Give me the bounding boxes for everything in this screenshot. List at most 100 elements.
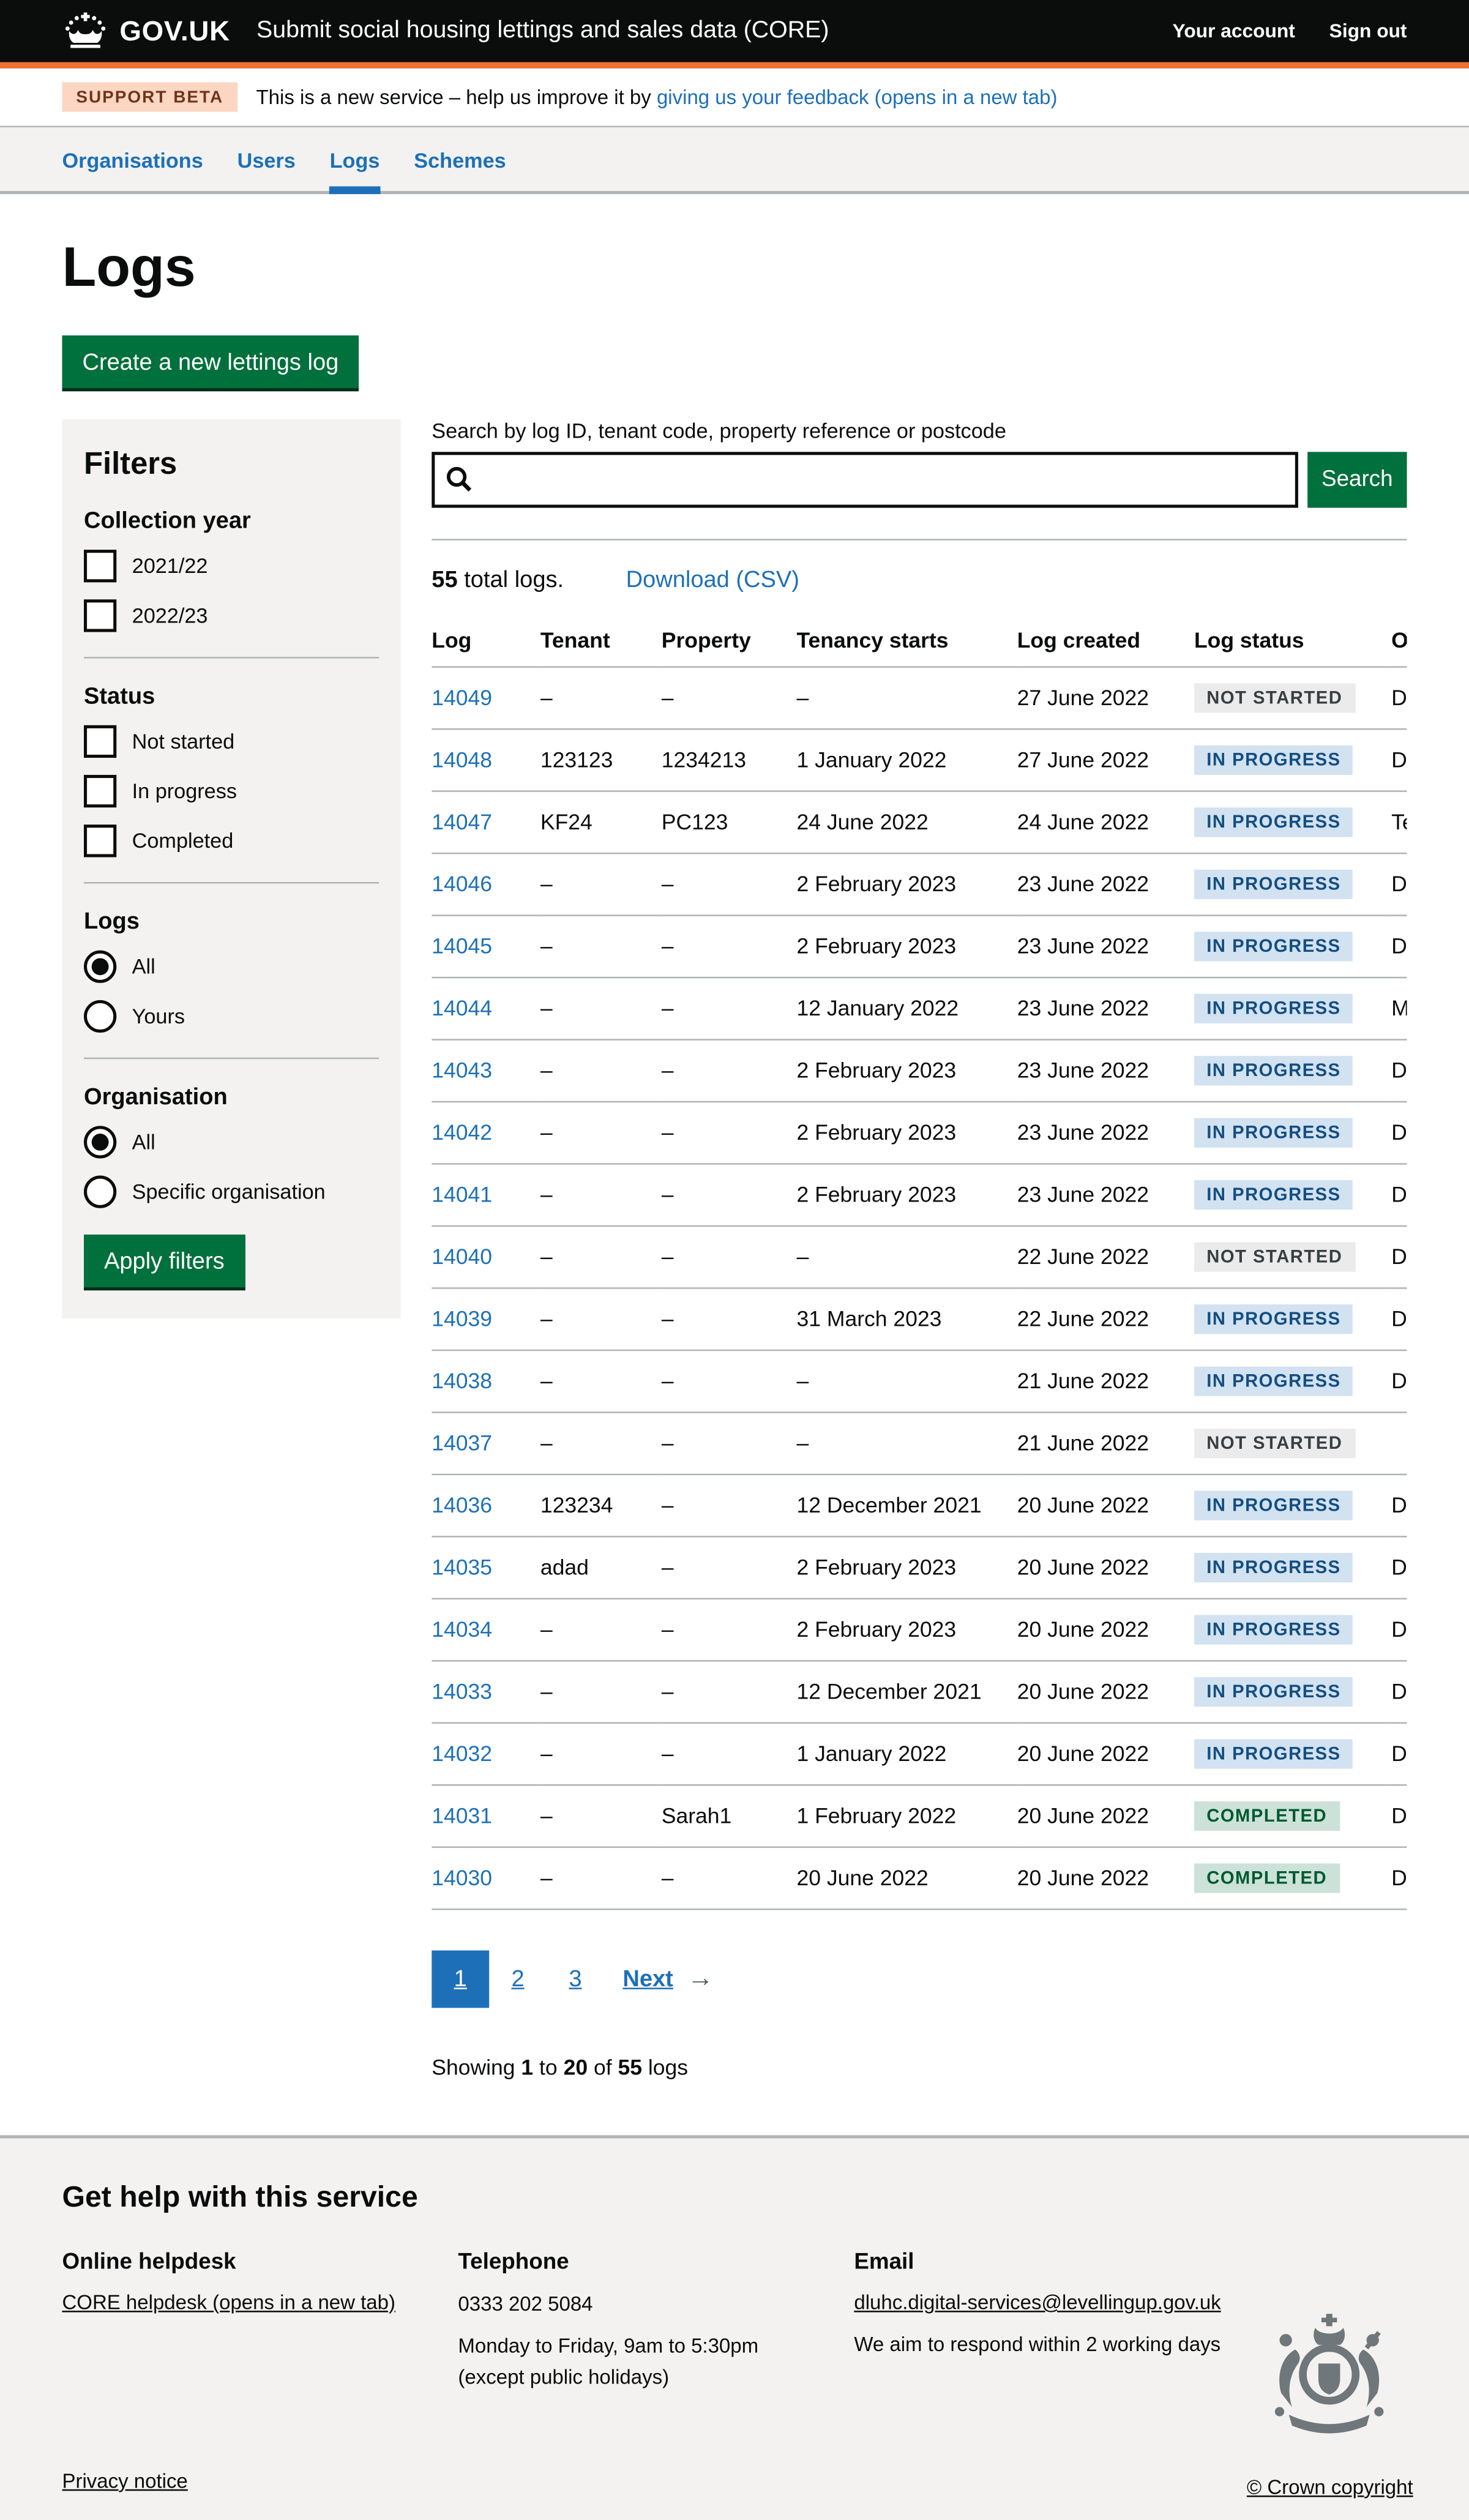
pagination-page-2[interactable]: 2	[489, 1950, 547, 2008]
cell-tenant: –	[540, 667, 662, 728]
cell-property: –	[662, 1661, 797, 1722]
checkbox-2022-23[interactable]	[84, 599, 116, 632]
filter-option-label[interactable]: 2022/23	[132, 604, 208, 627]
status-badge: IN PROGRESS	[1194, 1739, 1353, 1768]
radio-all[interactable]	[84, 950, 116, 982]
royal-coat-of-arms	[1249, 2312, 1411, 2462]
log-id-link[interactable]: 14035	[432, 1555, 492, 1580]
log-id-link[interactable]: 14044	[432, 996, 492, 1021]
feedback-link[interactable]: giving us your feedback (opens in a new …	[657, 86, 1058, 109]
cell-log-id: 14047	[432, 791, 540, 853]
log-id-link[interactable]: 14031	[432, 1803, 492, 1828]
log-id-link[interactable]: 14048	[432, 747, 492, 772]
log-id-link[interactable]: 14037	[432, 1431, 492, 1456]
checkbox-2021-22[interactable]	[84, 550, 116, 582]
pagination-page-3[interactable]: 3	[547, 1950, 604, 2008]
cell-owning-organisation: DLUHC Test	[1391, 1722, 1407, 1784]
checkbox-not-started[interactable]	[84, 725, 116, 757]
cell-tenant: –	[540, 853, 662, 915]
radio-all[interactable]	[84, 1126, 116, 1158]
log-id-link[interactable]: 14034	[432, 1617, 492, 1642]
cell-log-created: 23 June 2022	[1017, 853, 1194, 915]
apply-filters-button[interactable]: Apply filters	[84, 1235, 245, 1287]
download-csv-link[interactable]: Download (CSV)	[626, 567, 799, 593]
filter-option-not-started: Not started	[84, 725, 379, 757]
cell-tenancy-starts: 2 February 2023	[796, 1102, 1017, 1164]
radio-specific-organisation[interactable]	[84, 1175, 116, 1208]
cell-log-created: 23 June 2022	[1017, 1039, 1194, 1101]
checkbox-in-progress[interactable]	[84, 775, 116, 807]
status-badge: IN PROGRESS	[1194, 1304, 1353, 1334]
cell-log-id: 14037	[432, 1412, 540, 1474]
nav-tab-organisations[interactable]: Organisations	[62, 127, 203, 191]
filter-option-label[interactable]: Not started	[132, 730, 235, 753]
table-row: 14037–––21 June 2022NOT STARTED	[432, 1412, 1407, 1474]
filter-option-label[interactable]: Yours	[132, 1004, 185, 1028]
radio-yours[interactable]	[84, 1000, 116, 1033]
log-id-link[interactable]: 14049	[432, 686, 492, 711]
cell-log-created: 23 June 2022	[1017, 915, 1194, 977]
telephone-number: 0333 202 5084	[458, 2289, 854, 2319]
telephone-title: Telephone	[458, 2250, 854, 2275]
crown-copyright-link[interactable]: © Crown copyright	[1247, 2475, 1413, 2499]
filters-panel: Filters Collection year2021/222022/23Sta…	[62, 419, 400, 1318]
nav-tab-logs[interactable]: Logs	[330, 127, 380, 191]
search-input[interactable]	[432, 452, 1298, 507]
create-lettings-log-button[interactable]: Create a new lettings log	[62, 335, 359, 388]
cell-tenancy-starts: 1 January 2022	[796, 1722, 1017, 1784]
filter-option-label[interactable]: All	[132, 955, 155, 978]
pagination-next-link[interactable]: Next	[622, 1966, 673, 1992]
log-id-link[interactable]: 14032	[432, 1741, 492, 1767]
filter-option-label[interactable]: 2021/22	[132, 554, 208, 577]
cell-tenant: –	[540, 1350, 662, 1412]
primary-nav: Organisations Users Logs Schemes	[0, 127, 1469, 194]
pagination-page-1[interactable]: 1	[432, 1950, 489, 2008]
log-id-link[interactable]: 14038	[432, 1369, 492, 1394]
log-id-link[interactable]: 14041	[432, 1183, 492, 1208]
privacy-notice-link[interactable]: Privacy notice	[62, 2469, 187, 2492]
showing-prefix: Showing	[432, 2054, 521, 2079]
cell-property: –	[662, 1226, 797, 1288]
core-helpdesk-link[interactable]: CORE helpdesk (opens in a new tab)	[62, 2290, 395, 2314]
status-badge: IN PROGRESS	[1194, 1490, 1353, 1520]
log-id-link[interactable]: 14036	[432, 1493, 492, 1518]
log-id-link[interactable]: 14042	[432, 1120, 492, 1145]
checkbox-completed[interactable]	[84, 824, 116, 857]
crown-icon	[62, 12, 108, 50]
filter-option-label[interactable]: Specific organisation	[132, 1180, 326, 1203]
nav-tab-users[interactable]: Users	[237, 127, 296, 191]
cell-owning-organisation: DLUHC Test	[1391, 915, 1407, 977]
log-id-link[interactable]: 14045	[432, 934, 492, 959]
main-content: Logs Create a new lettings log Filters C…	[0, 237, 1469, 2079]
table-row: 14041––2 February 202323 June 2022IN PRO…	[432, 1164, 1407, 1225]
email-link[interactable]: dluhc.digital-services@levellingup.gov.u…	[854, 2290, 1220, 2314]
sign-out-link[interactable]: Sign out	[1329, 20, 1407, 42]
cell-log-id: 14036	[432, 1475, 540, 1536]
log-id-link[interactable]: 14043	[432, 1058, 492, 1083]
cell-tenant: adad	[540, 1536, 662, 1598]
showing-suffix: logs	[642, 2054, 688, 2079]
filter-option-label[interactable]: In progress	[132, 779, 237, 802]
log-id-link[interactable]: 14040	[432, 1244, 492, 1269]
status-badge: IN PROGRESS	[1194, 993, 1353, 1023]
nav-tab-schemes[interactable]: Schemes	[414, 127, 506, 191]
cell-owning-organisation	[1391, 1412, 1407, 1474]
log-id-link[interactable]: 14047	[432, 810, 492, 835]
govuk-brand[interactable]: GOV.UK Submit social housing lettings an…	[62, 12, 829, 50]
log-id-link[interactable]: 14033	[432, 1679, 492, 1704]
search-button[interactable]: Search	[1307, 452, 1407, 507]
log-id-link[interactable]: 14039	[432, 1307, 492, 1332]
crown-copyright-block: © Crown copyright	[1247, 2312, 1413, 2502]
your-account-link[interactable]: Your account	[1173, 20, 1295, 42]
filter-option-label[interactable]: All	[132, 1131, 155, 1154]
cell-owning-organisation: DLUHC	[1391, 1226, 1407, 1288]
cell-tenancy-starts: 1 January 2022	[796, 729, 1017, 791]
filter-option-label[interactable]: Completed	[132, 829, 234, 852]
pagination-next-arrow-icon: →	[687, 1964, 714, 1995]
log-id-link[interactable]: 14046	[432, 872, 492, 897]
cell-property: –	[662, 853, 797, 915]
cell-owning-organisation: DLUHC Test	[1391, 1599, 1407, 1661]
column-header-log-status: Log status	[1194, 613, 1391, 667]
service-name[interactable]: Submit social housing lettings and sales…	[256, 17, 829, 45]
log-id-link[interactable]: 14030	[432, 1866, 492, 1891]
